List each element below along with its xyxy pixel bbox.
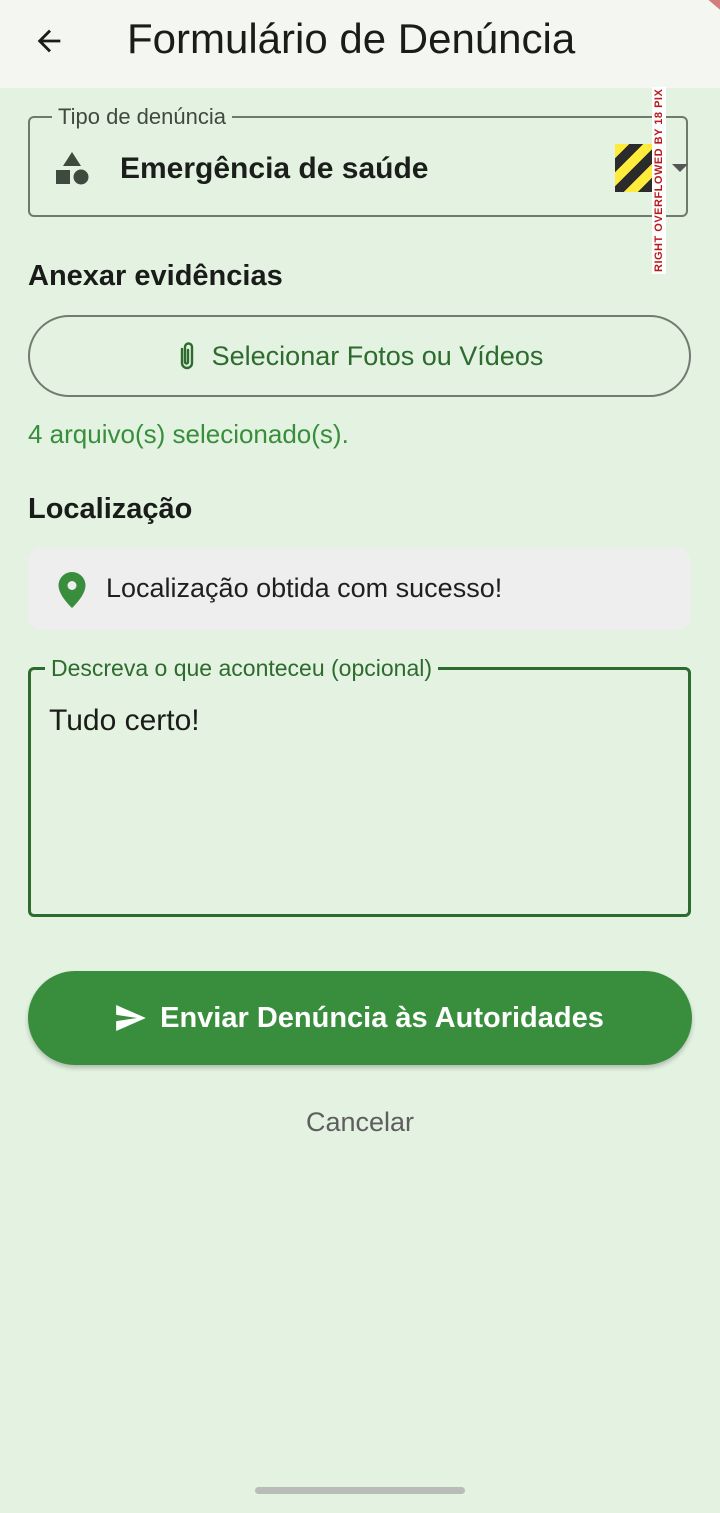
cancel-button[interactable]: Cancelar xyxy=(0,1107,720,1138)
submit-report-button[interactable]: Enviar Denúncia às Autoridades xyxy=(28,971,692,1065)
report-type-dropdown[interactable]: Tipo de denúncia Emergência de saúde xyxy=(28,104,688,217)
report-type-label: Tipo de denúncia xyxy=(52,104,232,130)
debug-banner xyxy=(693,0,720,19)
page-title: Formulário de Denúncia xyxy=(127,15,576,62)
back-button[interactable] xyxy=(22,14,76,68)
evidence-section-title: Anexar evidências xyxy=(28,260,283,292)
overflow-indicator xyxy=(615,144,657,192)
overflow-warning-text: RIGHT OVERFLOWED BY 18 PIX xyxy=(652,86,666,274)
description-value[interactable]: Tudo certo! xyxy=(49,704,200,738)
location-status-card: Localização obtida com sucesso! xyxy=(28,548,691,630)
home-indicator[interactable] xyxy=(255,1487,465,1494)
location-status-text: Localização obtida com sucesso! xyxy=(106,573,503,603)
arrow-left-icon xyxy=(37,29,61,53)
description-field[interactable]: Descreva o que aconteceu (opcional) Tudo… xyxy=(28,655,691,917)
location-pin-icon xyxy=(58,572,86,608)
files-selected-status: 4 arquivo(s) selecionado(s). xyxy=(28,419,349,449)
description-label: Descreva o que aconteceu (opcional) xyxy=(45,655,439,681)
send-icon xyxy=(116,1005,146,1031)
app-bar: Formulário de Denúncia xyxy=(0,0,720,88)
report-type-value: Emergência de saúde xyxy=(120,152,429,185)
location-section-title: Localização xyxy=(28,493,193,525)
select-media-label: Selecionar Fotos ou Vídeos xyxy=(211,340,544,371)
submit-report-label: Enviar Denúncia às Autoridades xyxy=(160,1001,604,1034)
select-media-button[interactable]: Selecionar Fotos ou Vídeos xyxy=(28,315,691,397)
paperclip-icon xyxy=(180,342,193,370)
overflow-warning: RIGHT OVERFLOWED BY 18 PIX xyxy=(652,84,678,274)
shapes-icon xyxy=(56,152,89,185)
